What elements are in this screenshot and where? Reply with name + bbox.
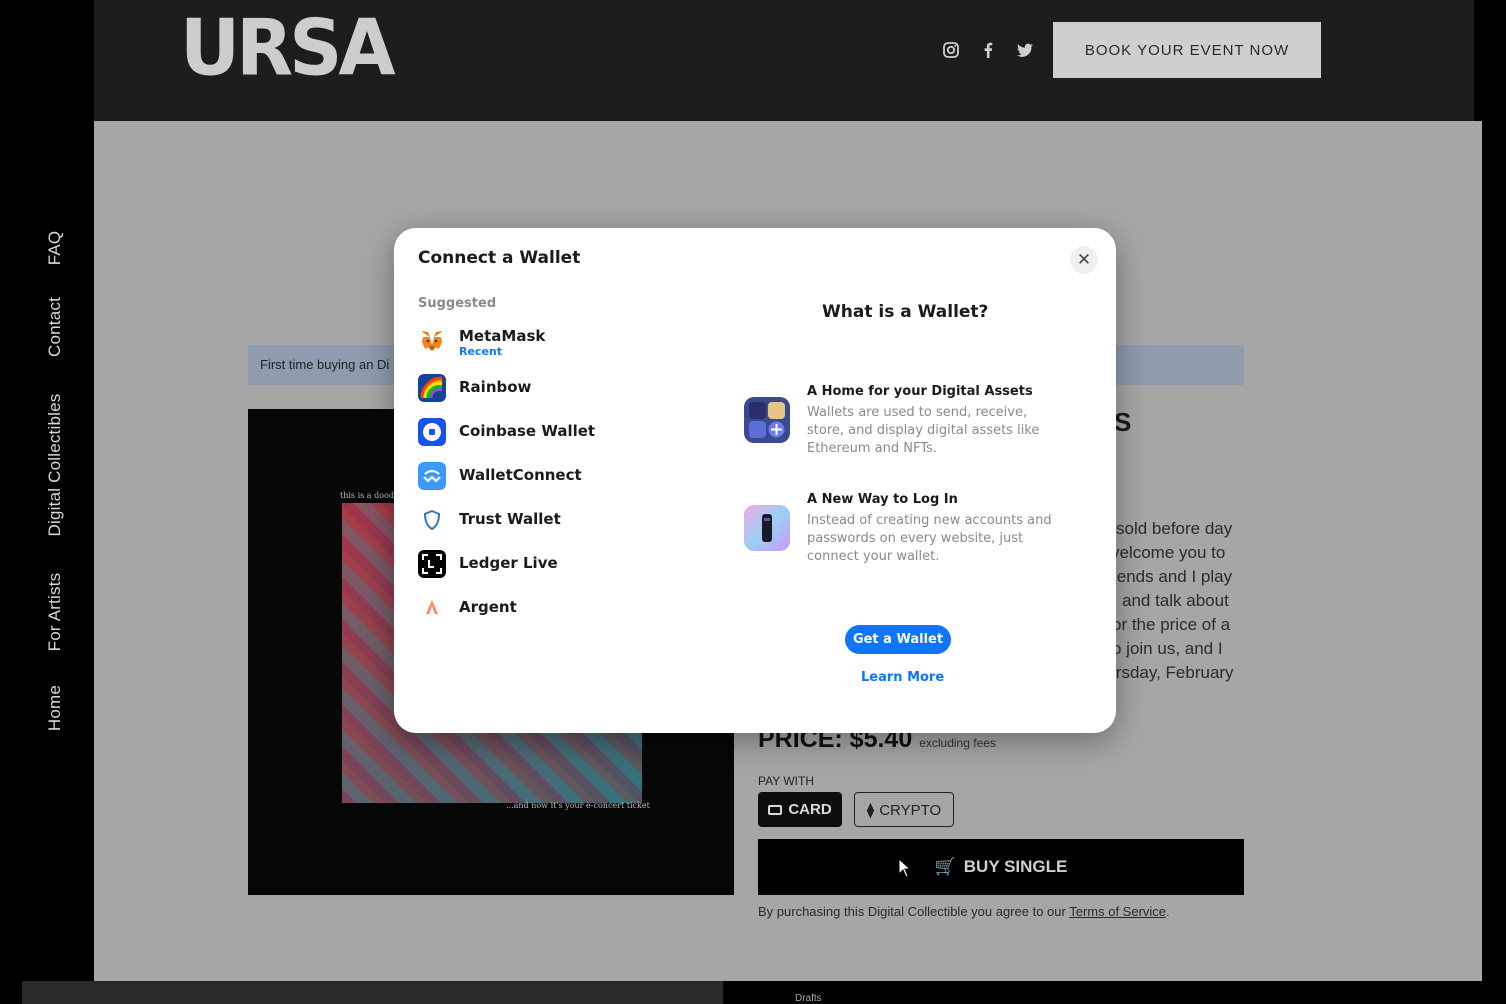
wallet-name: MetaMask [459, 327, 546, 345]
description-line: o join us, and I [1112, 639, 1223, 658]
description-line: velcome you to [1111, 543, 1226, 562]
instagram-icon[interactable] [939, 38, 963, 62]
description-line: iends and I play [1113, 567, 1233, 586]
trust-shield-icon [418, 506, 446, 534]
terms-suffix: . [1166, 904, 1170, 919]
coinbase-icon [418, 418, 446, 446]
buy-label: BUY SINGLE [963, 857, 1068, 876]
wallet-option-walletconnect[interactable]: WalletConnect [414, 456, 684, 496]
wallet-name: Rainbow [459, 378, 532, 396]
bottom-panel [22, 981, 723, 1004]
feature-title: A Home for your Digital Assets [807, 384, 1033, 399]
info-banner-text: First time buying an Di [260, 357, 390, 372]
wallet-option-metamask[interactable]: MetaMask Recent [414, 321, 684, 361]
wallet-option-argent[interactable]: Argent [414, 588, 684, 628]
connect-wallet-modal: Connect a Wallet ✕ Suggested MetaMask Re… [394, 228, 1116, 733]
description-line: sold before day [1116, 519, 1233, 538]
feature-text: Wallets are used to send, receive, store… [807, 405, 1040, 456]
artwork-caption-top: this is a doodl [340, 491, 397, 500]
digital-assets-icon [743, 396, 791, 444]
recent-badge: Recent [459, 345, 503, 358]
description-line: or the price of a [1112, 615, 1231, 634]
nav-home[interactable]: Home [45, 685, 65, 731]
suggested-label: Suggested [418, 296, 497, 311]
mouse-cursor-icon [898, 857, 912, 878]
pay-with-label: PAY WITH [758, 774, 815, 788]
nav-digital-collectibles[interactable]: Digital Collectibles [45, 394, 65, 537]
card-label: CARD [788, 801, 832, 818]
wallet-name: Argent [459, 598, 517, 616]
artwork-caption-bottom: ...and now it's your e-concert ticket [506, 801, 650, 810]
wallet-name: Coinbase Wallet [459, 422, 596, 440]
argent-icon [418, 594, 446, 622]
metamask-icon [418, 327, 446, 355]
walletconnect-icon [418, 462, 446, 490]
description-line: irsday, February [1112, 663, 1234, 682]
terms-text: By purchasing this Digital Collectible y… [758, 904, 1170, 919]
card-icon [768, 805, 783, 816]
ledger-icon [418, 550, 446, 578]
modal-title: Connect a Wallet [418, 248, 581, 268]
price-note: excluding fees [919, 736, 996, 750]
learn-more-link[interactable]: Learn More [861, 670, 944, 685]
wallet-option-coinbase[interactable]: Coinbase Wallet [414, 412, 684, 452]
nav-faq[interactable]: FAQ [45, 231, 65, 266]
event-heading-fragment: S [1114, 407, 1132, 437]
buy-single-button[interactable]: 🛒 BUY SINGLE [758, 839, 1244, 895]
crypto-label: CRYPTO [879, 801, 942, 819]
log-in-key-icon [743, 504, 791, 552]
rainbow-icon [418, 374, 446, 402]
bottom-drafts-label: Drafts [795, 993, 822, 1004]
pay-crypto-button[interactable]: ⧫ CRYPTO [854, 792, 954, 827]
nav-contact[interactable]: Contact [45, 297, 65, 357]
cart-icon: 🛒 [934, 857, 956, 876]
wallet-name: Trust Wallet [459, 510, 561, 528]
facebook-icon[interactable] [976, 38, 1000, 62]
wallet-option-trust[interactable]: Trust Wallet [414, 500, 684, 540]
wallet-name: WalletConnect [459, 466, 582, 484]
nav-for-artists[interactable]: For Artists [45, 573, 65, 652]
ursa-logo[interactable]: URSA [180, 9, 396, 87]
wallet-name: Ledger Live [459, 554, 558, 572]
feature-text: Instead of creating new accounts and pas… [807, 513, 1052, 564]
terms-of-service-link[interactable]: Terms of Service [1069, 904, 1166, 919]
get-wallet-button[interactable]: Get a Wallet [845, 625, 951, 654]
wallet-option-rainbow[interactable]: Rainbow [414, 368, 684, 408]
description-line: and talk about [1122, 591, 1229, 610]
wallet-option-ledger[interactable]: Ledger Live [414, 544, 684, 584]
ethereum-icon: ⧫ [866, 801, 875, 819]
close-icon[interactable]: ✕ [1070, 246, 1098, 274]
vertical-sidebar: Home For Artists Digital Collectibles Co… [0, 0, 94, 1004]
twitter-icon[interactable] [1013, 38, 1037, 62]
what-is-wallet-title: What is a Wallet? [822, 302, 989, 322]
feature-title: A New Way to Log In [807, 492, 958, 507]
site-header: URSA BOOK YOUR EVENT NOW [94, 0, 1474, 121]
terms-prefix: By purchasing this Digital Collectible y… [758, 904, 1070, 919]
book-event-button[interactable]: BOOK YOUR EVENT NOW [1053, 22, 1321, 78]
pay-card-button[interactable]: CARD [758, 792, 842, 827]
